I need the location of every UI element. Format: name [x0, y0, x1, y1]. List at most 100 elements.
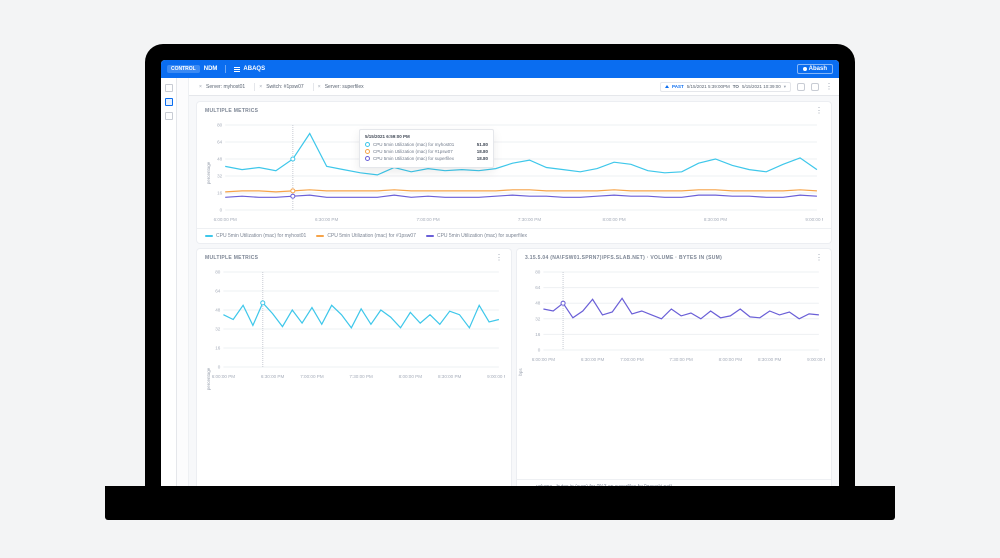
nav-search-icon[interactable] [165, 84, 173, 92]
panel-multiple-metrics-top: MULTIPLE METRICS ⋮ percentage 0163248648… [197, 102, 831, 243]
legend-swatch [426, 235, 434, 237]
legend-swatch [205, 235, 213, 237]
filter-chip[interactable]: × Switch: #1psw07 [254, 83, 307, 91]
legend-item[interactable]: CPU 5min Utilization (mac) for #1psw07 [316, 233, 416, 239]
panel-menu-icon[interactable]: ⋮ [815, 254, 823, 262]
filter-chip-label: Server: myhost01 [206, 84, 245, 90]
svg-text:32: 32 [535, 316, 541, 321]
nav-alerts-icon[interactable] [165, 112, 173, 120]
svg-text:64: 64 [215, 289, 221, 294]
svg-text:8:00:00 PM: 8:00:00 PM [719, 357, 743, 362]
tooltip-row: CPU 5min Utilization (mac) for superfile… [365, 155, 488, 162]
svg-text:6:30:00 PM: 6:30:00 PM [581, 357, 605, 362]
brand-section[interactable]: ABAQS [234, 66, 265, 72]
svg-text:48: 48 [535, 301, 541, 306]
panel-menu-icon[interactable]: ⋮ [815, 107, 823, 115]
nav-dashboard-icon[interactable] [165, 98, 173, 106]
legend-label: CPU 5min Utilization (mac) for superfile… [437, 233, 527, 239]
legend-label: CPU 5min Utilization (mac) for myhost01 [216, 233, 306, 239]
tooltip-series-name: CPU 5min Utilization (mac) for #1psw07 [373, 148, 474, 155]
user-name-label: Abash [809, 66, 827, 72]
app-body: × Server: myhost01 × Switch: #1psw07 × S… [161, 78, 839, 500]
legend-item[interactable]: CPU 5min Utilization (mac) for superfile… [426, 233, 527, 239]
chart-area[interactable]: percentage 016324864806:00:00 PM6:30:00 … [197, 264, 511, 494]
more-menu-icon[interactable]: ⋮ [825, 83, 833, 91]
tooltip-value: 51.80 [477, 141, 488, 148]
filter-chip[interactable]: × Server: myhost01 [195, 83, 248, 91]
refresh-icon[interactable] [811, 83, 819, 91]
svg-text:8:00:00 PM: 8:00:00 PM [602, 217, 625, 222]
svg-text:48: 48 [215, 308, 221, 313]
svg-text:7:30:00 PM: 7:30:00 PM [518, 217, 541, 222]
panel-menu-icon[interactable]: ⋮ [495, 254, 503, 262]
range-from: 5/15/2021 5:39:00PM [687, 84, 730, 89]
legend-item[interactable]: CPU 5min Utilization (mac) for myhost01 [205, 233, 306, 239]
brand-section-label: ABAQS [243, 66, 265, 72]
tooltip-value: 18.80 [477, 155, 488, 162]
time-range-picker[interactable]: PAST 5/15/2021 5:39:00PM TO 5/15/2021 10… [660, 82, 791, 92]
svg-text:0: 0 [218, 365, 221, 370]
tooltip-swatch [365, 156, 370, 161]
user-avatar-icon [803, 67, 807, 71]
legend-swatch [316, 235, 324, 237]
chart-area[interactable]: bps 016324864806:00:00 PM6:30:00 PM7:00:… [517, 264, 831, 479]
tooltip-row: CPU 5min Utilization (mac) for #1psw07 1… [365, 148, 488, 155]
svg-text:9:00:00 PM: 9:00:00 PM [805, 217, 823, 222]
svg-text:0: 0 [220, 208, 223, 213]
filter-chip[interactable]: × Server: superfilex [313, 83, 367, 91]
download-icon[interactable] [797, 83, 805, 91]
svg-text:6:00:00 PM: 6:00:00 PM [212, 374, 236, 379]
line-chart[interactable]: 016324864806:00:00 PM6:30:00 PM7:00:00 P… [523, 266, 825, 364]
svg-text:6:30:00 PM: 6:30:00 PM [315, 217, 338, 222]
tooltip-value: 18.80 [477, 148, 488, 155]
panel-row: MULTIPLE METRICS ⋮ percentage 0 16 32 48 64 8… [197, 249, 831, 494]
chart-legend: CPU 5min Utilization (mac) for myhost01 … [197, 228, 831, 243]
filter-chip-label: Server: superfilex [325, 84, 364, 90]
close-icon[interactable]: × [258, 84, 263, 89]
tooltip-row: CPU 5min Utilization (mac) for myhost01 … [365, 141, 488, 148]
laptop-base [105, 486, 895, 520]
panel-volume-bytes: 3.15.5.04 (NA\FSW01.SPRN7)\PFS.SLAB.NET)… [517, 249, 831, 494]
panel-title: MULTIPLE METRICS [205, 108, 258, 114]
range-to: 5/15/2021 10:39:00 [742, 84, 781, 89]
tooltip-timestamp: 5/15/2021 6:59:00 PM [365, 134, 488, 139]
y-axis-label: percentage [206, 368, 211, 391]
svg-text:8:30:00 PM: 8:30:00 PM [438, 374, 462, 379]
legend-label: CPU 5min Utilization (mac) for #1psw07 [327, 233, 416, 239]
svg-text:32: 32 [215, 327, 221, 332]
tooltip-series-name: CPU 5min Utilization (mac) for myhost01 [373, 141, 474, 148]
panel-title: MULTIPLE METRICS [205, 255, 258, 261]
dashboard-content: MULTIPLE METRICS ⋮ percentage 0 16 32 48 64 8… [189, 96, 839, 500]
chevron-down-icon: ▾ [784, 84, 786, 90]
chart-tooltip: 5/15/2021 6:59:00 PM CPU 5min Utilizatio… [359, 129, 494, 168]
svg-text:16: 16 [535, 332, 541, 337]
svg-text:8:30:00 PM: 8:30:00 PM [758, 357, 782, 362]
svg-text:7:00:00 PM: 7:00:00 PM [620, 357, 644, 362]
svg-text:9:00:00 PM: 9:00:00 PM [807, 357, 825, 362]
svg-text:80: 80 [215, 270, 221, 275]
svg-text:16: 16 [215, 346, 221, 351]
left-nav-rail [161, 78, 177, 500]
line-chart[interactable]: 016324864806:00:00 PM6:30:00 PM7:00:00 P… [203, 266, 505, 381]
play-icon [665, 85, 669, 88]
range-to-label: TO [733, 84, 739, 89]
line-chart[interactable]: 016324864806:00:00 PM6:30:00 PM7:00:00 P… [205, 119, 823, 224]
close-icon[interactable]: × [317, 84, 322, 89]
svg-text:16: 16 [217, 191, 223, 196]
chart-area[interactable]: percentage 016324864806:00:00 PM6:30:00 … [197, 117, 831, 228]
svg-text:6:00:00 PM: 6:00:00 PM [214, 217, 237, 222]
svg-text:7:30:00 PM: 7:30:00 PM [349, 374, 373, 379]
svg-text:64: 64 [217, 140, 223, 145]
main-area: × Server: myhost01 × Switch: #1psw07 × S… [189, 78, 839, 500]
svg-text:6:00:00 PM: 6:00:00 PM [532, 357, 556, 362]
svg-text:7:30:00 PM: 7:30:00 PM [669, 357, 693, 362]
filter-bar: × Server: myhost01 × Switch: #1psw07 × S… [189, 78, 839, 96]
filter-chip-label: Switch: #1psw07 [266, 84, 304, 90]
tooltip-swatch [365, 142, 370, 147]
svg-text:7:00:00 PM: 7:00:00 PM [416, 217, 439, 222]
tooltip-series-name: CPU 5min Utilization (mac) for superfile… [373, 155, 474, 162]
close-icon[interactable]: × [198, 84, 203, 89]
user-menu-button[interactable]: Abash [797, 64, 833, 74]
svg-text:80: 80 [217, 123, 223, 128]
brand-logo: CONTROL [167, 65, 200, 73]
